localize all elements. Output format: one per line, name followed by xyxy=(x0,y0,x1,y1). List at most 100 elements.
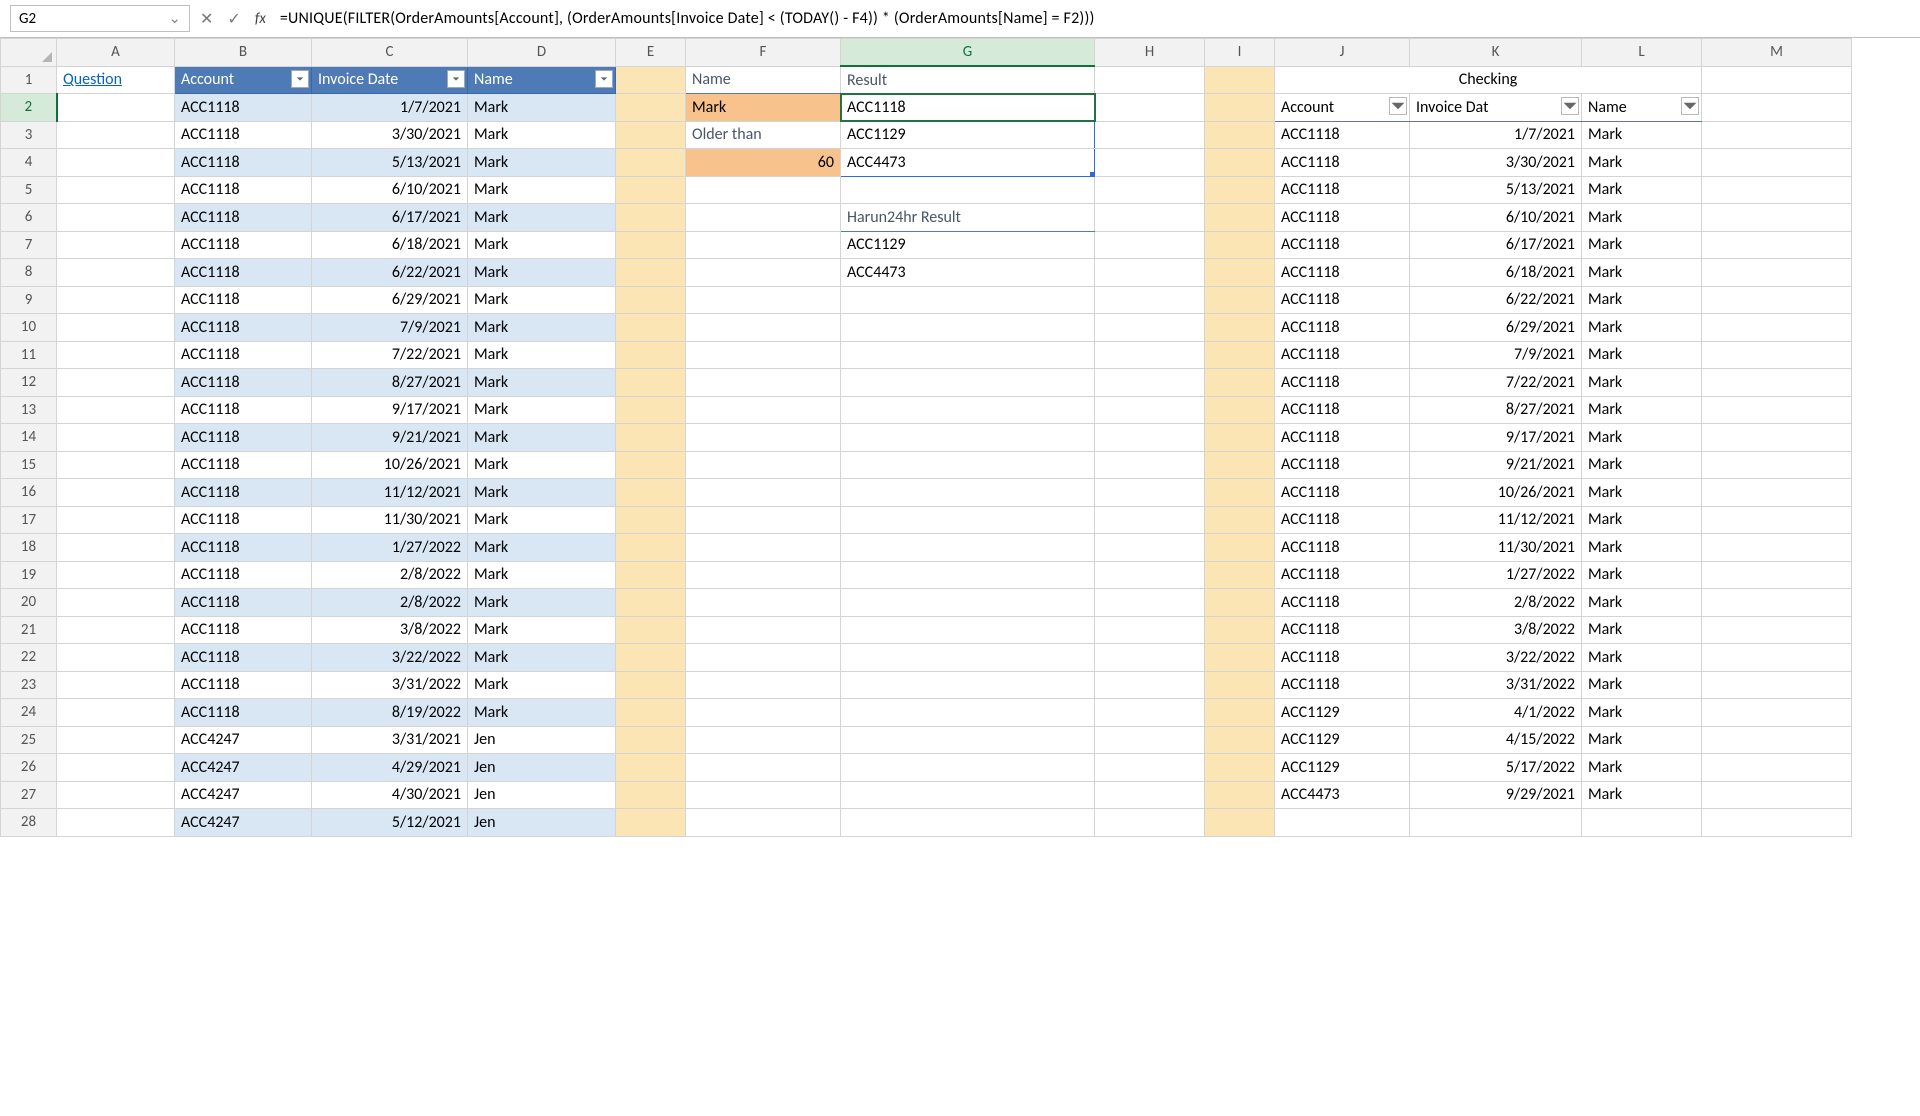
cell[interactable]: 11/12/2021 xyxy=(1410,506,1582,534)
cell[interactable]: 4/1/2022 xyxy=(1410,699,1582,727)
cell[interactable] xyxy=(57,809,175,837)
cell[interactable] xyxy=(686,396,841,424)
cell[interactable]: 10/26/2021 xyxy=(1410,479,1582,507)
cell[interactable]: ACC1118 xyxy=(1275,314,1410,342)
cell[interactable] xyxy=(57,341,175,369)
cell[interactable] xyxy=(1702,754,1852,782)
cell[interactable] xyxy=(686,699,841,727)
cell[interactable] xyxy=(1095,589,1205,617)
cell[interactable]: Mark xyxy=(468,369,616,397)
col-header-j[interactable]: J xyxy=(1275,39,1410,67)
row-header-15[interactable]: 15 xyxy=(1,451,57,479)
cell[interactable] xyxy=(1702,286,1852,314)
cell[interactable] xyxy=(57,506,175,534)
cell[interactable] xyxy=(1095,66,1205,94)
cell[interactable]: ACC1118 xyxy=(175,396,312,424)
cell[interactable]: ACC1129 xyxy=(1275,699,1410,727)
cell[interactable]: ACC1118 xyxy=(1275,479,1410,507)
cell[interactable] xyxy=(1702,176,1852,204)
cell[interactable]: ACC1118 xyxy=(175,589,312,617)
cell[interactable]: Mark xyxy=(1582,259,1702,287)
cell[interactable]: 5/13/2021 xyxy=(1410,176,1582,204)
table-header-invoice-date[interactable]: Invoice Date xyxy=(312,66,468,94)
cell[interactable]: ACC1118 xyxy=(175,506,312,534)
cell[interactable]: 9/17/2021 xyxy=(312,396,468,424)
cell[interactable]: Mark xyxy=(468,561,616,589)
cell[interactable] xyxy=(1205,396,1275,424)
cell[interactable]: ACC1118 xyxy=(1275,149,1410,177)
cell[interactable]: 4/15/2022 xyxy=(1410,726,1582,754)
row-header-20[interactable]: 20 xyxy=(1,589,57,617)
cell[interactable]: Mark xyxy=(468,94,616,122)
cell[interactable]: 5/12/2021 xyxy=(312,809,468,837)
cell[interactable]: 2/8/2022 xyxy=(312,561,468,589)
cell[interactable]: 3/22/2022 xyxy=(312,644,468,672)
cell[interactable] xyxy=(841,644,1095,672)
cell[interactable]: Mark xyxy=(468,616,616,644)
cell[interactable]: ACC4247 xyxy=(175,781,312,809)
cell[interactable]: 3/22/2022 xyxy=(1410,644,1582,672)
cell[interactable] xyxy=(686,506,841,534)
cell[interactable] xyxy=(686,341,841,369)
cell[interactable] xyxy=(1702,66,1852,94)
cell[interactable] xyxy=(1205,671,1275,699)
cell[interactable]: ACC1118 xyxy=(175,671,312,699)
cell[interactable]: Mark xyxy=(468,259,616,287)
cell[interactable] xyxy=(1702,534,1852,562)
cell[interactable] xyxy=(841,781,1095,809)
row-header-2[interactable]: 2 xyxy=(1,94,57,122)
cell[interactable]: Mark xyxy=(1582,699,1702,727)
cell[interactable] xyxy=(1205,561,1275,589)
cell[interactable] xyxy=(616,671,686,699)
cell[interactable]: 3/30/2021 xyxy=(312,121,468,149)
cell[interactable] xyxy=(686,479,841,507)
cell-g3[interactable]: ACC1129 xyxy=(841,121,1095,149)
cell[interactable] xyxy=(57,286,175,314)
cell[interactable]: 3/8/2022 xyxy=(312,616,468,644)
filter-dropdown-icon[interactable] xyxy=(595,70,613,88)
col-header-g[interactable]: G xyxy=(841,39,1095,67)
cell[interactable] xyxy=(1095,204,1205,232)
row-header-23[interactable]: 23 xyxy=(1,671,57,699)
check-hdr-invoice[interactable]: Invoice Dat xyxy=(1410,94,1582,122)
row-header-9[interactable]: 9 xyxy=(1,286,57,314)
cell[interactable] xyxy=(616,204,686,232)
cell[interactable] xyxy=(1095,479,1205,507)
cell[interactable] xyxy=(1702,149,1852,177)
cell[interactable] xyxy=(57,149,175,177)
row-header-25[interactable]: 25 xyxy=(1,726,57,754)
cell[interactable] xyxy=(1205,754,1275,782)
cell[interactable]: Jen xyxy=(468,781,616,809)
cell[interactable]: ACC1118 xyxy=(1275,451,1410,479)
cell[interactable] xyxy=(1205,781,1275,809)
cell[interactable] xyxy=(1095,781,1205,809)
cell[interactable] xyxy=(1702,726,1852,754)
cell[interactable] xyxy=(686,204,841,232)
cell[interactable]: ACC1118 xyxy=(175,121,312,149)
cell[interactable] xyxy=(686,231,841,259)
cell[interactable] xyxy=(841,616,1095,644)
cell[interactable] xyxy=(57,231,175,259)
cell[interactable]: ACC1118 xyxy=(175,534,312,562)
cell[interactable] xyxy=(616,231,686,259)
cell[interactable] xyxy=(841,589,1095,617)
cell[interactable]: ACC1118 xyxy=(1275,231,1410,259)
row-header-13[interactable]: 13 xyxy=(1,396,57,424)
cell[interactable]: Name xyxy=(686,66,841,94)
cell[interactable] xyxy=(1582,809,1702,837)
filter-dropdown-icon[interactable] xyxy=(447,70,465,88)
cell[interactable] xyxy=(1095,754,1205,782)
row-header-17[interactable]: 17 xyxy=(1,506,57,534)
cell[interactable] xyxy=(1702,671,1852,699)
cell[interactable] xyxy=(1205,369,1275,397)
cell[interactable] xyxy=(841,479,1095,507)
cell[interactable] xyxy=(1702,121,1852,149)
cell[interactable] xyxy=(1205,451,1275,479)
cell[interactable]: Mark xyxy=(468,589,616,617)
row-header-28[interactable]: 28 xyxy=(1,809,57,837)
cell[interactable]: 6/29/2021 xyxy=(312,286,468,314)
row-header-6[interactable]: 6 xyxy=(1,204,57,232)
filter-dropdown-icon[interactable] xyxy=(1681,97,1699,115)
cell[interactable] xyxy=(1095,809,1205,837)
cell[interactable] xyxy=(1702,369,1852,397)
